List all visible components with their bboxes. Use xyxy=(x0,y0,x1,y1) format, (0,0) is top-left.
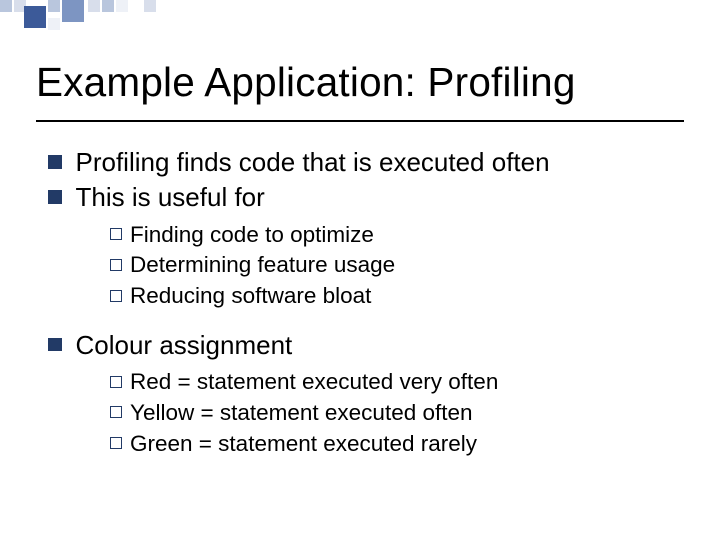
hollow-square-bullet-icon xyxy=(110,290,122,302)
square-bullet-icon xyxy=(48,155,62,169)
slide-title: Example Application: Profiling xyxy=(36,60,684,105)
list-subitem-text: Green = statement executed rarely xyxy=(130,430,477,459)
hollow-square-bullet-icon xyxy=(110,376,122,388)
list-subitem: Reducing software bloat xyxy=(110,282,680,311)
list-subitem-text: Determining feature usage xyxy=(130,251,395,280)
hollow-square-bullet-icon xyxy=(110,259,122,271)
hollow-square-bullet-icon xyxy=(110,437,122,449)
list-subitem: Green = statement executed rarely xyxy=(110,430,680,459)
list-item-text: This is useful for xyxy=(76,181,265,214)
hollow-square-bullet-icon xyxy=(110,228,122,240)
list-item-text: Colour assignment xyxy=(76,329,293,362)
list-item-text: Profiling finds code that is executed of… xyxy=(76,146,550,179)
list-subitem-text: Red = statement executed very often xyxy=(130,368,498,397)
list-subitem: Red = statement executed very often xyxy=(110,368,680,397)
square-bullet-icon xyxy=(48,338,62,352)
slide: Example Application: Profiling Profiling… xyxy=(0,0,720,540)
square-bullet-icon xyxy=(48,190,62,204)
hollow-square-bullet-icon xyxy=(110,406,122,418)
title-separator xyxy=(36,120,684,122)
corner-ornament xyxy=(0,0,158,40)
list-subitem-text: Finding code to optimize xyxy=(130,221,374,250)
list-item: Profiling finds code that is executed of… xyxy=(48,146,680,179)
list-subitem: Determining feature usage xyxy=(110,251,680,280)
list-subitem-text: Reducing software bloat xyxy=(130,282,371,311)
list-subitem-text: Yellow = statement executed often xyxy=(130,399,473,428)
list-item: This is useful for xyxy=(48,181,680,214)
list-subitem: Yellow = statement executed often xyxy=(110,399,680,428)
list-subitem: Finding code to optimize xyxy=(110,221,680,250)
slide-body: Profiling finds code that is executed of… xyxy=(48,146,680,475)
list-item: Colour assignment xyxy=(48,329,680,362)
